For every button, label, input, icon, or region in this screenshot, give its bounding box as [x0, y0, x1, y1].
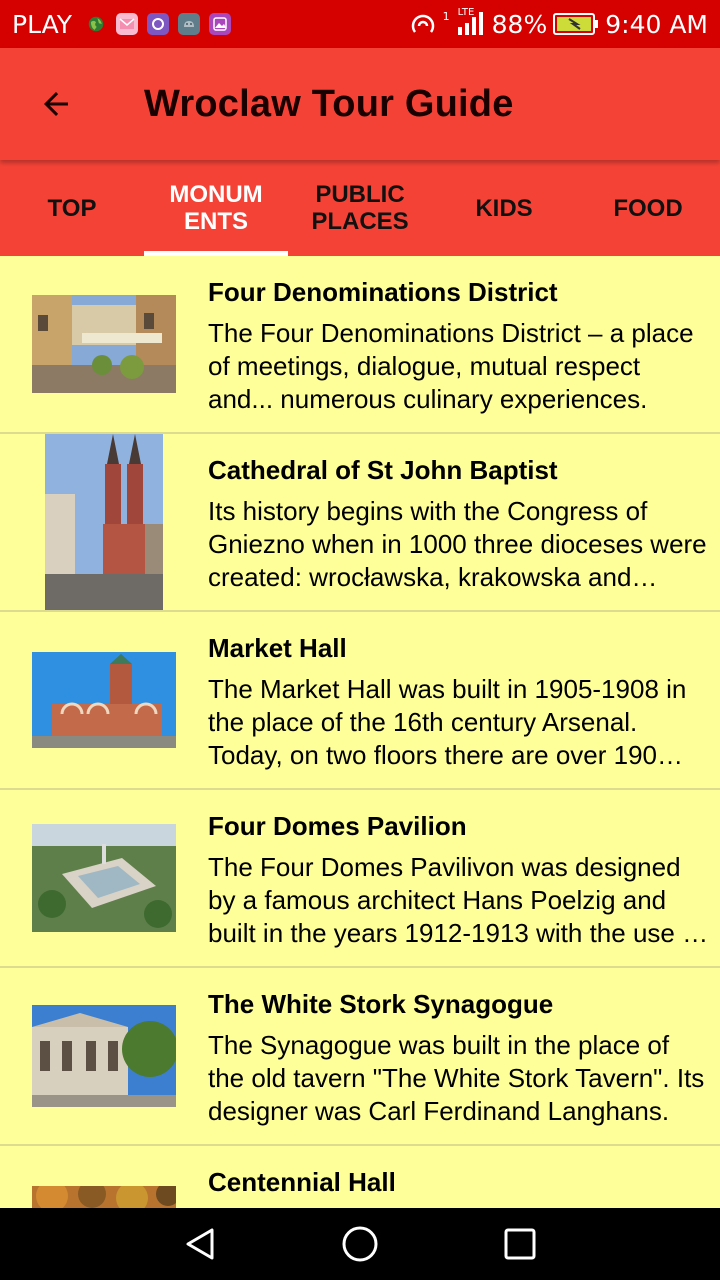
- mail-icon: [116, 13, 139, 35]
- lte-label: LTE: [457, 7, 475, 18]
- arrow-back-icon: [44, 92, 68, 116]
- nav-recents-icon: [504, 1228, 536, 1260]
- tab-label: KIDS: [475, 194, 533, 222]
- tab-label: FOOD: [613, 194, 683, 222]
- list-item[interactable]: The White Stork Synagogue The Synagogue …: [0, 968, 720, 1146]
- back-button[interactable]: [0, 48, 112, 160]
- nav-home-button[interactable]: [320, 1208, 400, 1280]
- street-cafe-photo: [32, 295, 176, 393]
- item-title: Four Domes Pavilion: [208, 811, 467, 841]
- chat-icon: [147, 13, 170, 35]
- battery-icon: [553, 12, 599, 36]
- tab-kids[interactable]: KIDS: [432, 160, 576, 256]
- battery-percent: 88%: [491, 9, 548, 39]
- list-item[interactable]: Centennial Hall: [0, 1146, 720, 1208]
- status-bar: PLAY 1 LTE 88% 9:40 AM: [0, 0, 720, 48]
- list-item[interactable]: Market Hall The Market Hall was built in…: [0, 612, 720, 790]
- synagogue-photo: [32, 1005, 176, 1107]
- centennial-hall-photo: [32, 1186, 176, 1208]
- app-bar: Wroclaw Tour Guide: [0, 48, 720, 160]
- item-description: The Four Domes Pavilivon was designed by…: [208, 852, 704, 948]
- item-title: Four Denominations District: [208, 277, 558, 307]
- nav-recents-button[interactable]: [480, 1208, 560, 1280]
- tab-label: MONUM ENTS: [169, 181, 263, 235]
- item-title: Market Hall: [208, 633, 347, 663]
- hotspot-icon: [409, 12, 437, 36]
- pavilion-aerial-photo: [32, 824, 176, 932]
- signal-icon: LTE: [456, 7, 486, 37]
- item-description: The Synagogue was built in the place of …: [208, 1030, 705, 1126]
- item-description: The Market Hall was built in 1905-1908 i…: [208, 674, 687, 770]
- tab-monuments[interactable]: MONUM ENTS: [144, 160, 288, 256]
- monument-list[interactable]: Four Denominations District The Four Den…: [0, 256, 720, 1208]
- tab-label: PUBLIC PLACES: [311, 181, 409, 235]
- sim-slot-label: 1: [442, 9, 450, 23]
- nav-back-icon: [186, 1228, 214, 1260]
- list-item[interactable]: Cathedral of St John Baptist Its history…: [0, 434, 720, 612]
- list-item[interactable]: Four Denominations District The Four Den…: [0, 256, 720, 434]
- tab-top[interactable]: TOP: [0, 160, 144, 256]
- tab-public-places[interactable]: PUBLIC PLACES: [288, 160, 432, 256]
- nav-home-icon: [342, 1226, 378, 1262]
- item-title: Centennial Hall: [208, 1167, 396, 1197]
- tab-food[interactable]: FOOD: [576, 160, 720, 256]
- tab-label: TOP: [47, 194, 97, 222]
- globe-icon: [85, 13, 107, 35]
- gallery-icon: [209, 13, 232, 35]
- tab-bar: TOP MONUM ENTS PUBLIC PLACES KIDS FOOD: [0, 160, 720, 256]
- list-item[interactable]: Four Domes Pavilion The Four Domes Pavil…: [0, 790, 720, 968]
- android-icon: [178, 13, 201, 35]
- market-hall-photo: [32, 652, 176, 748]
- item-title: The White Stork Synagogue: [208, 989, 554, 1019]
- cathedral-photo: [45, 434, 163, 610]
- clock: 9:40 AM: [605, 9, 708, 39]
- carrier-label: PLAY: [12, 9, 73, 39]
- item-description: Its history begins with the Congress of …: [208, 496, 707, 592]
- nav-back-button[interactable]: [160, 1208, 240, 1280]
- page-title: Wroclaw Tour Guide: [144, 82, 514, 125]
- system-nav-bar: [0, 1208, 720, 1280]
- item-title: Cathedral of St John Baptist: [208, 455, 558, 485]
- item-description: The Four Denominations District – a plac…: [208, 318, 694, 414]
